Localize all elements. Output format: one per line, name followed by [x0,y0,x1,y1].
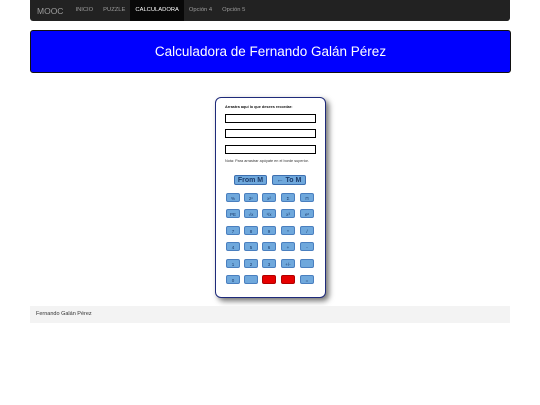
navbar-brand[interactable]: MOOC [30,6,70,16]
display-field[interactable] [225,145,316,154]
nav-item-opcion-5[interactable]: Opción 5 [217,0,250,21]
from-memory-button[interactable]: From M [234,175,267,185]
key-square-root-button[interactable]: √x [244,209,258,218]
key-subtract-button[interactable]: - [300,242,314,251]
memory-field-1[interactable] [225,114,316,123]
key-digit-3-button[interactable]: 3 [262,259,276,268]
drag-note: Nota: Para arrastrar apóyate en el borde… [225,159,309,163]
nav-item-puzzle[interactable]: PUZZLE [98,0,130,21]
key-toggle-sign-button[interactable]: +/- [281,259,295,268]
key-digit-5-button[interactable]: 5 [244,242,258,251]
key-digit-0-button[interactable]: 0 [226,275,240,284]
key-divide-button[interactable]: / [300,226,314,235]
key-clear-button[interactable]: C [262,275,276,284]
calculator-panel[interactable]: Arrastra aquí lo que desees recordar: No… [215,97,326,298]
key-blank-button[interactable] [300,259,314,268]
footer-text: Fernando Galán Pérez [36,311,92,317]
key-digit-4-button[interactable]: 4 [226,242,240,251]
nav-item-inicio[interactable]: INICIO [70,0,98,21]
key-digit-6-button[interactable]: 6 [262,242,276,251]
key-add-button[interactable]: + [281,242,295,251]
to-memory-button[interactable]: ← To M [272,175,306,185]
key-blank-button[interactable] [244,275,258,284]
key-integer-part-button[interactable]: PE [226,209,240,218]
key-digit-2-button[interactable]: 2 [244,259,258,268]
key-digit-9-button[interactable]: 9 [262,226,276,235]
key-percent-button[interactable]: % [226,193,240,202]
key-cube-button[interactable]: x³ [281,209,295,218]
top-navbar: MOOC INICIO PUZZLE CALCULADORA Opción 4 … [30,0,510,21]
key-digit-8-button[interactable]: 8 [244,226,258,235]
key-product-button[interactable]: Π [300,193,314,202]
key-digit-7-button[interactable]: 7 [226,226,240,235]
key-digit-1-button[interactable]: 1 [226,259,240,268]
key-square-button[interactable]: x² [262,193,276,202]
nav-item-opcion-4[interactable]: Opción 4 [184,0,217,21]
nav-item-calculadora[interactable]: CALCULADORA [130,0,184,21]
memory-field-2[interactable] [225,129,316,138]
key-multiply-button[interactable]: * [281,226,295,235]
key-clear-entry-button[interactable]: CE [281,275,295,284]
key-equals-button[interactable]: = [300,275,314,284]
page-title-banner: Calculadora de Fernando Galán Pérez [30,30,511,73]
key-power-of-two-button[interactable]: 2ⁿ [244,193,258,202]
drag-label: Arrastra aquí lo que desees recordar: [225,105,293,109]
page-footer: Fernando Galán Pérez [30,306,510,323]
key-exponential-button[interactable]: eˣ [300,209,314,218]
key-sum-button[interactable]: Σ [281,193,295,202]
key-reciprocal-button[interactable]: ¹/x [262,209,276,218]
